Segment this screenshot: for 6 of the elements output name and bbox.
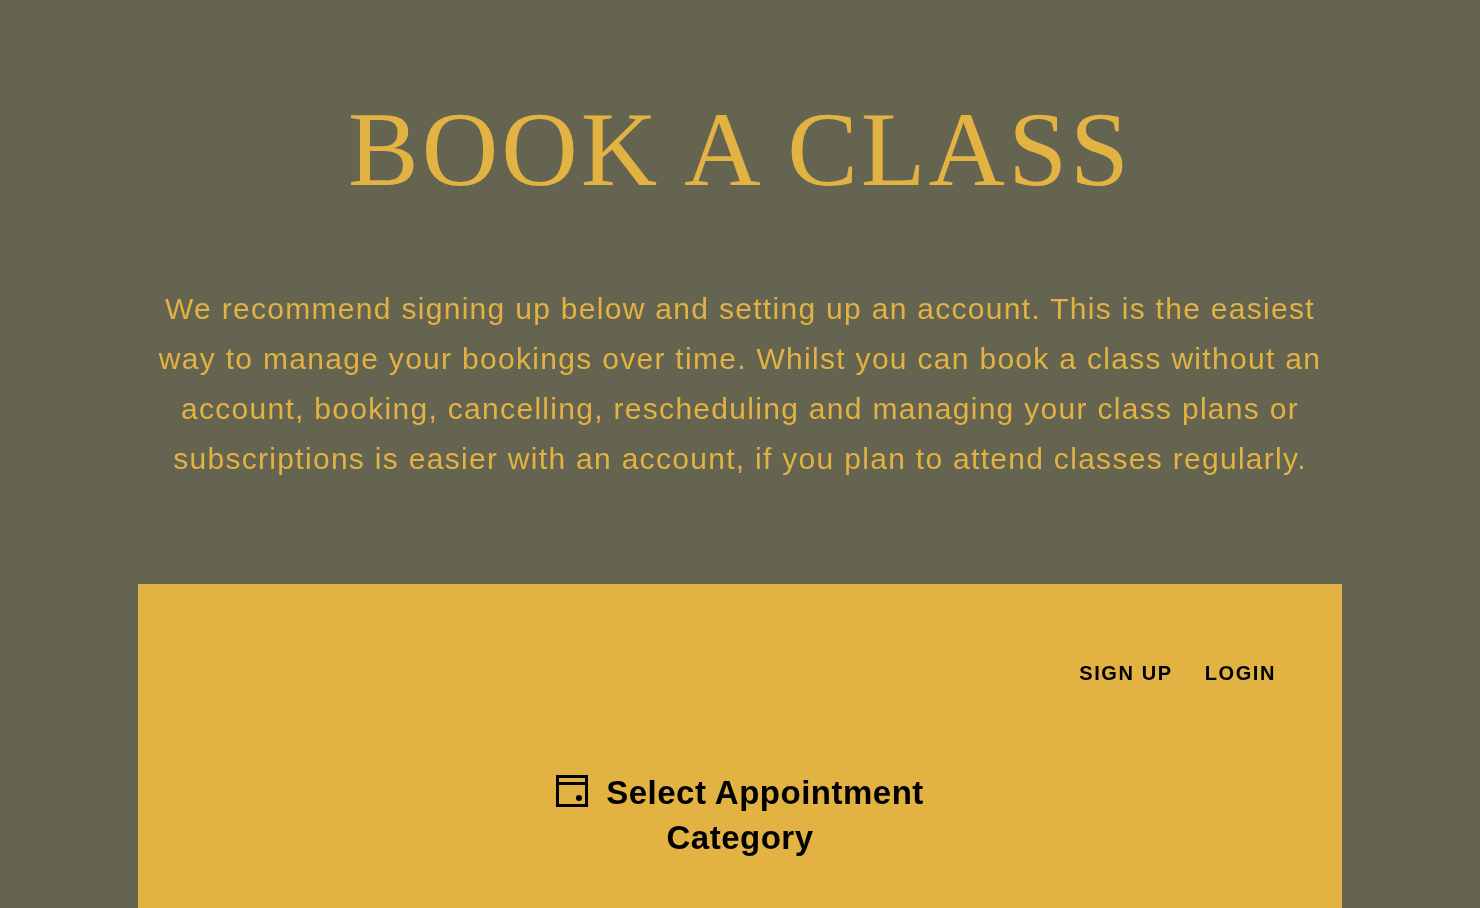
calendar-icon — [556, 775, 589, 807]
section-heading: Select Appointment Category — [606, 774, 924, 856]
signup-link[interactable]: SIGN UP — [1079, 658, 1173, 688]
login-link[interactable]: LOGIN — [1204, 658, 1276, 688]
intro-paragraph: We recommend signing up below and setting up an account. This is the easiest way to manage your bookings over time. Whilst you can book a class without an account, booking, cancelling, rescheduling and managing your class plans or subscriptions is easier with an account, if you plan to attend classes regularly. — [157, 291, 1323, 477]
page-title: BOOK A CLASS — [347, 97, 1133, 203]
